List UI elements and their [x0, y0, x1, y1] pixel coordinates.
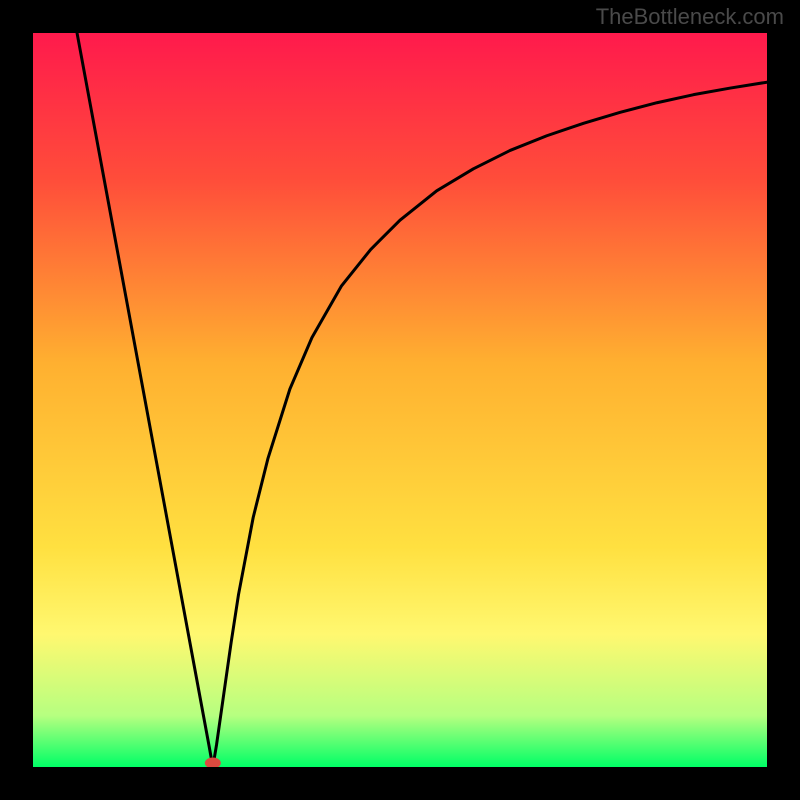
chart-plot [33, 33, 767, 767]
chart-frame: TheBottleneck.com [0, 0, 800, 800]
plot-background [33, 33, 767, 767]
watermark-text: TheBottleneck.com [596, 4, 784, 30]
